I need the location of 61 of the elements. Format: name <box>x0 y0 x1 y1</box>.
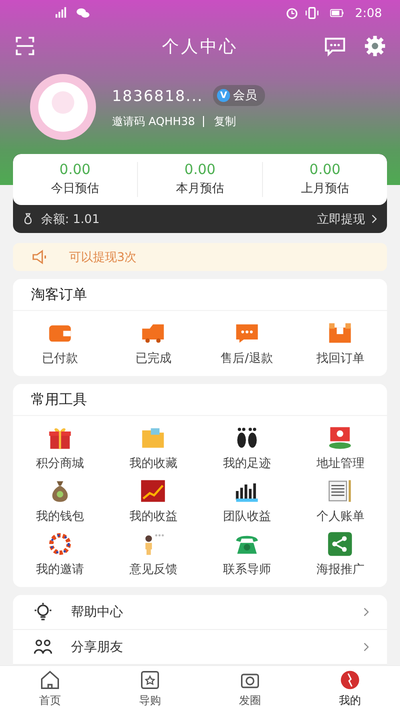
chevron-icon <box>361 605 371 619</box>
menu-item[interactable]: 我的收藏 <box>106 422 200 475</box>
trend-icon <box>140 478 166 504</box>
copy-link[interactable]: 复制 <box>214 114 236 129</box>
stat-value: 0.00 <box>59 162 91 178</box>
settings-icon[interactable] <box>364 35 386 57</box>
menu-item[interactable]: 海报推广 <box>294 528 387 581</box>
home-icon <box>39 668 61 690</box>
wreath-icon <box>46 531 73 557</box>
map-pin-icon <box>327 425 354 451</box>
vip-icon: V <box>217 89 230 102</box>
vibrate-icon <box>305 6 320 20</box>
menu-item[interactable]: 已完成 <box>106 317 200 370</box>
tab-item[interactable]: 导购 <box>100 666 200 710</box>
message-icon[interactable] <box>324 35 346 57</box>
menu-item[interactable]: 已付款 <box>13 317 106 370</box>
user-name: 1836818... <box>112 86 204 104</box>
tag-icon <box>139 668 161 690</box>
menu-item[interactable]: 个人账单 <box>294 475 387 528</box>
section-title: 常用工具 <box>13 384 387 416</box>
menu-item[interactable]: 团队收益 <box>200 475 294 528</box>
notebook-icon <box>327 478 354 504</box>
menu-item[interactable]: 我的足迹 <box>200 422 294 475</box>
withdraw-link[interactable]: 立即提现 <box>317 210 379 228</box>
tab-item[interactable]: 发圈 <box>200 666 300 710</box>
signal-icon <box>55 6 69 20</box>
invite-code: 邀请码 AQHH38 <box>112 116 204 127</box>
alarm-icon <box>285 6 300 20</box>
list-row[interactable]: 帮助中心 <box>13 595 387 630</box>
speaker-icon <box>31 248 49 266</box>
row-label: 帮助中心 <box>71 604 124 621</box>
badge-label: 会员 <box>233 87 258 104</box>
section-title: 淘客订单 <box>13 279 387 311</box>
stat-value: 0.00 <box>184 162 216 178</box>
tab-item[interactable]: 我的 <box>300 666 400 710</box>
tab-item[interactable]: 首页 <box>0 666 100 710</box>
gift-icon <box>46 425 73 451</box>
menu-item[interactable]: 我的邀请 <box>13 528 106 581</box>
balance-label: 余额: 1.01 <box>41 210 101 228</box>
share-icon <box>327 531 354 557</box>
stat-label: 本月预估 <box>176 180 224 197</box>
lightbulb-icon <box>33 602 53 622</box>
row-label: 分享朋友 <box>71 639 124 656</box>
scan-icon[interactable] <box>14 35 36 57</box>
chevron-icon <box>369 213 379 225</box>
menu-item[interactable]: 联系导师 <box>200 528 294 581</box>
ball-icon <box>339 668 361 690</box>
status-time: 2:08 <box>355 6 382 20</box>
menu-item[interactable]: 地址管理 <box>294 422 387 475</box>
menu-item[interactable]: 我的收益 <box>106 475 200 528</box>
menu-item[interactable]: 我的钱包 <box>13 475 106 528</box>
menu-item[interactable]: 找回订单 <box>294 317 387 370</box>
menu-item[interactable]: 售后/退款 <box>200 317 294 370</box>
menu-item[interactable]: 意见反馈 <box>106 528 200 581</box>
page-title: 个人中心 <box>161 36 239 58</box>
stat-value: 0.00 <box>309 162 341 178</box>
chevron-icon <box>361 640 371 654</box>
menu-item[interactable]: 积分商城 <box>13 422 106 475</box>
notice-text: 可以提现3次 <box>69 248 137 266</box>
stat-label: 今日预估 <box>51 180 99 197</box>
stat-label: 上月预估 <box>301 180 349 197</box>
